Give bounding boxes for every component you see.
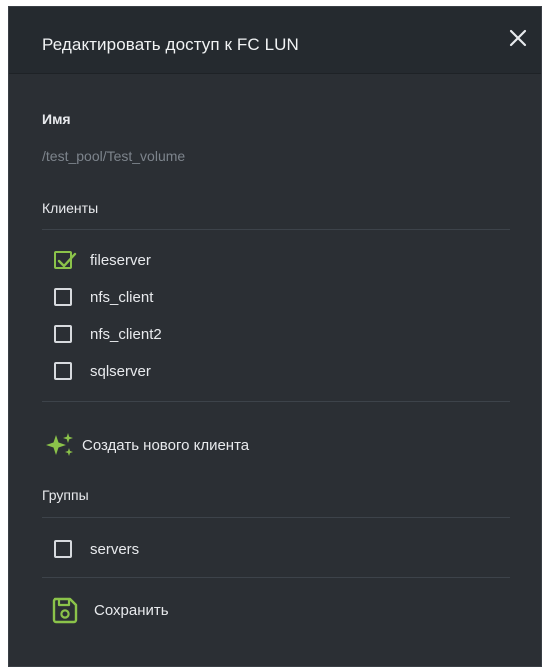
checkbox[interactable]: [54, 325, 72, 343]
groups-divider: [42, 517, 510, 518]
client-row-sqlserver[interactable]: sqlserver: [54, 359, 151, 383]
save-button[interactable]: Сохранить: [50, 595, 169, 625]
dialog-header: Редактировать доступ к FC LUN: [9, 7, 541, 74]
checkmark-icon: [57, 252, 77, 268]
client-row-nfs-client2[interactable]: nfs_client2: [54, 322, 162, 346]
sparkle-icon: [46, 433, 73, 456]
close-icon: [509, 29, 527, 47]
name-label: Имя: [42, 111, 71, 127]
client-row-nfs-client[interactable]: nfs_client: [54, 285, 153, 309]
group-row-servers[interactable]: servers: [54, 537, 139, 561]
client-label: fileserver: [90, 251, 151, 269]
close-button[interactable]: [505, 25, 531, 51]
clients-divider: [42, 229, 510, 230]
checkbox[interactable]: [54, 288, 72, 306]
groups-bottom-divider: [42, 577, 510, 578]
create-client-label: Создать нового клиента: [82, 436, 250, 454]
create-client-button[interactable]: Создать нового клиента: [44, 431, 249, 459]
client-label: sqlserver: [90, 362, 151, 380]
client-row-fileserver[interactable]: fileserver: [54, 248, 151, 272]
edit-access-dialog: Редактировать доступ к FC LUN Имя /test_…: [8, 6, 542, 667]
client-label: nfs_client: [90, 288, 154, 306]
clients-label: Клиенты: [42, 200, 99, 216]
save-icon: [52, 597, 78, 624]
checkbox[interactable]: [54, 540, 72, 558]
dialog-title: Редактировать доступ к FC LUN: [42, 35, 299, 54]
groups-label: Группы: [42, 487, 89, 503]
client-label: nfs_client2: [90, 325, 162, 343]
checkbox[interactable]: [54, 362, 72, 380]
checkbox-checked[interactable]: [54, 251, 77, 269]
group-label: servers: [90, 540, 140, 558]
clients-bottom-divider: [42, 401, 510, 402]
volume-path: /test_pool/Test_volume: [42, 148, 186, 164]
save-label: Сохранить: [94, 601, 169, 619]
